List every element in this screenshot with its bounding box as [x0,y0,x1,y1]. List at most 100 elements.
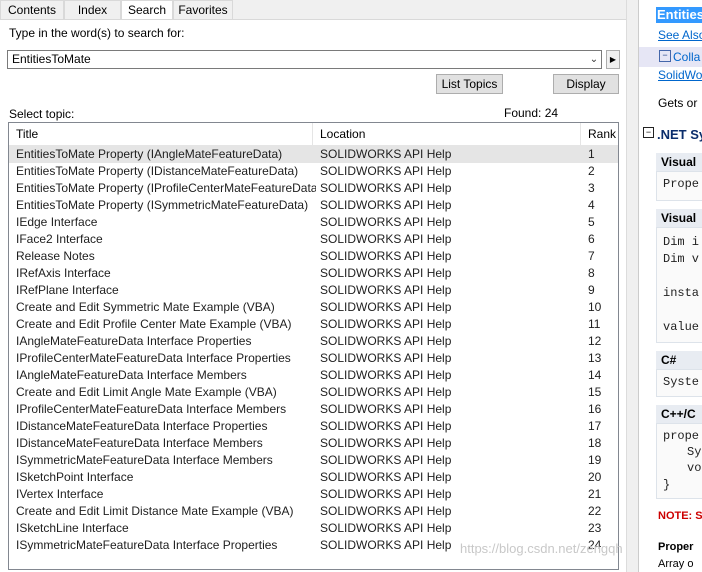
code-line: vo [687,461,702,475]
select-topic-label: Select topic: [9,107,75,121]
table-row[interactable]: EntitiesToMate Property (IDistanceMateFe… [9,163,618,180]
cell-rank: 12 [588,334,602,348]
cell-rank: 9 [588,283,595,297]
cell-location: SOLIDWORKS API Help [320,283,452,297]
column-header-rank[interactable]: Rank [581,123,618,145]
cell-title: IRefPlane Interface [16,283,119,297]
cell-location: SOLIDWORKS API Help [320,351,452,365]
see-also-link[interactable]: See Also [658,28,702,42]
search-input[interactable]: EntitiesToMate [7,50,602,69]
tab-search[interactable]: Search [121,0,173,21]
chevron-down-icon: ⌄ [589,54,599,65]
cell-location: SOLIDWORKS API Help [320,198,452,212]
code-line: insta [663,286,700,300]
net-syntax-heading[interactable]: .NET Sy [657,127,702,142]
cell-title: ISymmetricMateFeatureData Interface Memb… [16,453,273,467]
table-row[interactable]: ISketchLine Interface SOLIDWORKS API Help… [9,520,618,537]
table-row[interactable]: Create and Edit Profile Center Mate Exam… [9,316,618,333]
cell-title: Create and Edit Limit Distance Mate Exam… [16,504,294,518]
cell-title: EntitiesToMate Property (ISymmetricMateF… [16,198,309,212]
cell-rank: 17 [588,419,602,433]
table-row[interactable]: IProfileCenterMateFeatureData Interface … [9,401,618,418]
table-row[interactable]: EntitiesToMate Property (IProfileCenterM… [9,180,618,197]
code-line: value [663,320,700,334]
note-text: NOTE: S [658,510,702,522]
table-row[interactable]: IAngleMateFeatureData Interface Members S… [9,367,618,384]
cell-location: SOLIDWORKS API Help [320,181,452,195]
table-row[interactable]: Create and Edit Limit Angle Mate Example… [9,384,618,401]
cell-title: IDistanceMateFeatureData Interface Prope… [16,419,268,433]
watermark-text: https://blog.csdn.net/zengqh [460,541,623,556]
cell-title: EntitiesToMate Property (IAngleMateFeatu… [16,147,283,161]
code-line: Syste [663,375,700,389]
table-row[interactable]: IAngleMateFeatureData Interface Properti… [9,333,618,350]
pane-splitter[interactable] [626,0,638,572]
cell-rank: 6 [588,232,595,246]
table-row[interactable]: IDistanceMateFeatureData Interface Membe… [9,435,618,452]
cell-title: EntitiesToMate Property (IProfileCenterM… [16,181,316,195]
cell-location: SOLIDWORKS API Help [320,334,452,348]
cell-location: SOLIDWORKS API Help [320,147,452,161]
cell-rank: 20 [588,470,602,484]
description-text: Gets or [658,96,698,110]
cell-title: IDistanceMateFeatureData Interface Membe… [16,436,263,450]
table-row[interactable]: ISketchPoint Interface SOLIDWORKS API Hel… [9,469,618,486]
cell-rank: 5 [588,215,595,229]
cell-rank: 3 [588,181,595,195]
table-row[interactable]: IVertex Interface SOLIDWORKS API Help 21 [9,486,618,503]
column-header-location[interactable]: Location [313,123,581,145]
cell-title: IFace2 Interface [16,232,103,246]
cell-title: ISketchLine Interface [16,521,129,535]
display-button[interactable]: Display [553,74,619,94]
search-history-dropdown[interactable]: ⌄ [587,51,601,68]
table-row[interactable]: Create and Edit Limit Distance Mate Exam… [9,503,618,520]
code-line: Dim v [663,252,700,266]
cell-rank: 19 [588,453,602,467]
topic-results-list[interactable]: Title Location Rank EntitiesToMate Prope… [8,122,619,570]
cell-location: SOLIDWORKS API Help [320,368,452,382]
page-title: Entities [656,7,702,23]
cell-rank: 16 [588,402,602,416]
cell-rank: 8 [588,266,595,280]
table-row[interactable]: IRefPlane Interface SOLIDWORKS API Help 9 [9,282,618,299]
cell-location: SOLIDWORKS API Help [320,521,452,535]
solidworks-link[interactable]: SolidWo [658,68,702,82]
code-block-1: Prope [656,171,702,201]
cell-location: SOLIDWORKS API Help [320,266,452,280]
column-header-title[interactable]: Title [9,123,313,145]
cell-location: SOLIDWORKS API Help [320,300,452,314]
list-topics-button[interactable]: List Topics [436,74,503,94]
table-row[interactable]: Create and Edit Symmetric Mate Example (… [9,299,618,316]
cell-location: SOLIDWORKS API Help [320,249,452,263]
array-text: Array o [658,558,694,570]
table-row[interactable]: ISymmetricMateFeatureData Interface Memb… [9,452,618,469]
tab-favorites[interactable]: Favorites [173,0,233,19]
collapse-all-link[interactable]: Colla [673,50,700,64]
table-row[interactable]: IFace2 Interface SOLIDWORKS API Help 6 [9,231,618,248]
topic-content-pane: Entities See Also − Colla SolidWo Gets o… [638,0,702,572]
table-row[interactable]: IEdge Interface SOLIDWORKS API Help 5 [9,214,618,231]
cell-title: Create and Edit Symmetric Mate Example (… [16,300,275,314]
section-collapse-icon[interactable]: − [643,127,654,138]
table-row[interactable]: Release Notes SOLIDWORKS API Help 7 [9,248,618,265]
cell-location: SOLIDWORKS API Help [320,419,452,433]
search-query-text: EntitiesToMate [12,52,91,66]
cell-location: SOLIDWORKS API Help [320,453,452,467]
tab-contents[interactable]: Contents [0,0,64,19]
table-row[interactable]: IProfileCenterMateFeatureData Interface … [9,350,618,367]
cell-title: Create and Edit Profile Center Mate Exam… [16,317,292,331]
table-row[interactable]: IRefAxis Interface SOLIDWORKS API Help 8 [9,265,618,282]
cell-title: IRefAxis Interface [16,266,111,280]
cell-location: SOLIDWORKS API Help [320,164,452,178]
search-go-button[interactable]: ▶ [606,50,620,69]
table-row[interactable]: IDistanceMateFeatureData Interface Prope… [9,418,618,435]
cell-location: SOLIDWORKS API Help [320,385,452,399]
table-row[interactable]: EntitiesToMate Property (IAngleMateFeatu… [9,146,618,163]
cell-title: IAngleMateFeatureData Interface Properti… [16,334,252,348]
table-row[interactable]: EntitiesToMate Property (ISymmetricMateF… [9,197,618,214]
collapse-icon[interactable]: − [659,50,671,62]
cell-location: SOLIDWORKS API Help [320,436,452,450]
visual-basic-header-2: Visual [656,209,702,227]
tab-index[interactable]: Index [64,0,121,19]
cell-location: SOLIDWORKS API Help [320,504,452,518]
